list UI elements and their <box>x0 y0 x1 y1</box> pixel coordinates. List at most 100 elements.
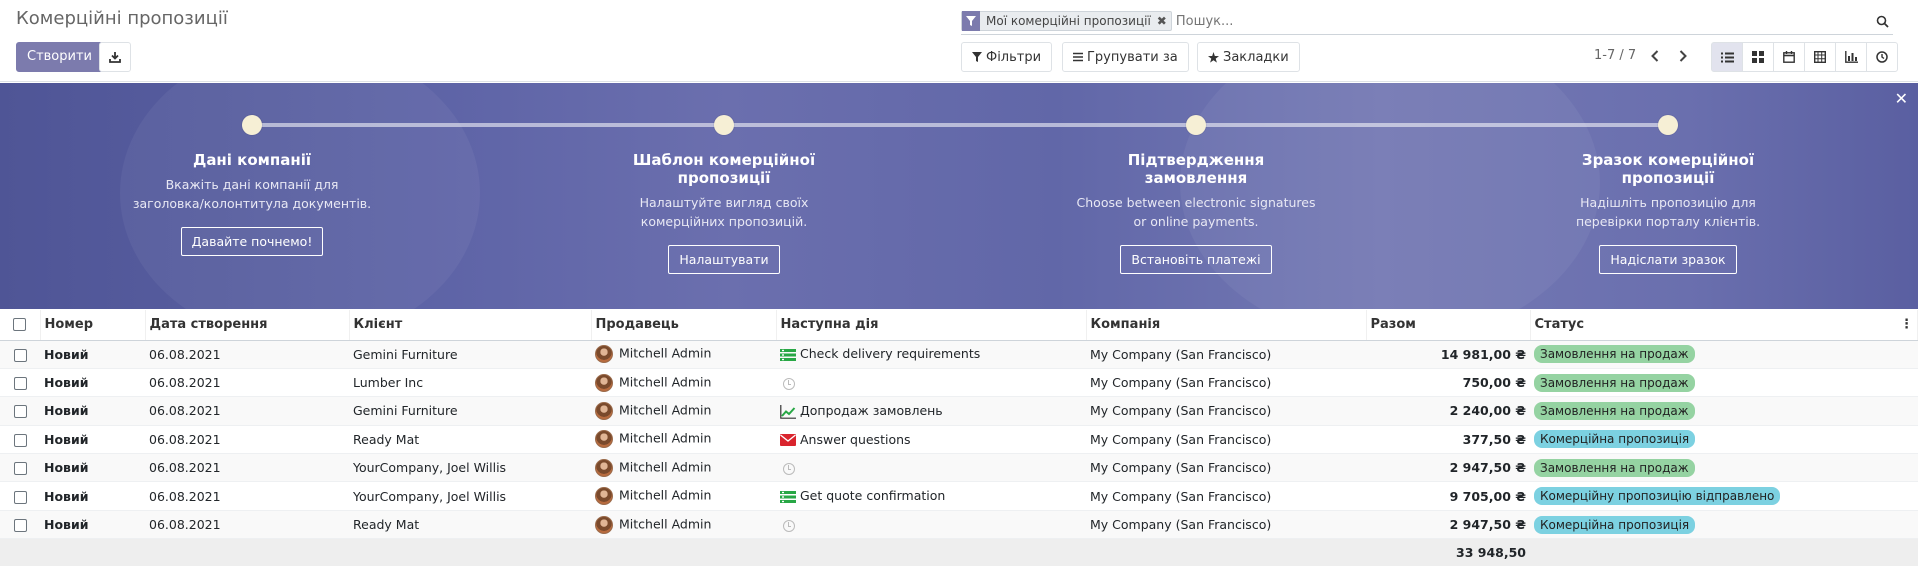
onboarding-step: Шаблон комерційної пропозиції Налаштуйте… <box>604 115 844 274</box>
cell-company: My Company (San Francisco) <box>1086 368 1366 398</box>
cell-total: 9 705,00 ₴ <box>1366 481 1530 511</box>
step-description: Налаштуйте вигляд своїх комерційних проп… <box>639 195 809 229</box>
step-action-button[interactable]: Надіслати зразок <box>1599 245 1737 274</box>
list-view-button[interactable] <box>1711 42 1743 72</box>
filters-label: Фільтри <box>986 49 1042 65</box>
cell-company: My Company (San Francisco) <box>1086 396 1366 426</box>
cell-date: 06.08.2021 <box>145 425 349 455</box>
cell-client: YourCompany, Joel Willis <box>349 481 591 511</box>
kanban-view-button[interactable] <box>1742 42 1774 72</box>
envelope-icon[interactable] <box>780 433 796 447</box>
step-action-button[interactable]: Встановіть платежі <box>1120 245 1272 274</box>
salesperson-name: Mitchell Admin <box>619 430 712 446</box>
graph-view-button[interactable] <box>1835 42 1867 72</box>
column-header[interactable]: Клієнт <box>349 310 592 341</box>
cell-next-activity: Answer questions <box>776 425 1086 455</box>
control-panel: Комерційні пропозиції Створити Мої комер… <box>0 0 1918 82</box>
step-action-button[interactable]: Давайте почнемо! <box>180 227 324 256</box>
row-select-cell[interactable] <box>0 481 40 511</box>
select-all-checkbox[interactable] <box>13 318 27 332</box>
table-row[interactable]: Новий 06.08.2021 Gemini Furniture Mitchell … <box>0 340 1918 369</box>
favorites-button[interactable]: Закладки <box>1197 42 1300 72</box>
row-checkbox[interactable] <box>13 462 27 476</box>
table-row[interactable]: Новий 06.08.2021 YourCompany, Joel Willis M… <box>0 453 1918 483</box>
avatar[interactable] <box>595 345 613 364</box>
step-description: Вкажіть дані компанії для заголовка/коло… <box>132 177 372 211</box>
pager-previous-icon[interactable] <box>1644 44 1666 68</box>
step-description: Choose between electronic signatures or … <box>1076 195 1316 229</box>
select-all-cell[interactable] <box>0 310 41 341</box>
step-title: Шаблон комерційної пропозиції <box>632 151 816 187</box>
step-action-button[interactable]: Налаштувати <box>668 245 780 274</box>
upsell-chart-icon[interactable] <box>780 404 796 419</box>
facet-remove-icon[interactable]: ✖ <box>1157 14 1171 28</box>
step-title: Дані компанії <box>192 151 312 169</box>
row-checkbox[interactable] <box>13 519 27 533</box>
avatar[interactable] <box>595 458 613 477</box>
row-select-cell[interactable] <box>0 425 40 455</box>
download-button[interactable] <box>99 42 131 72</box>
filters-button[interactable]: Фільтри <box>961 42 1053 72</box>
step-dot <box>1658 115 1678 135</box>
row-select-cell[interactable] <box>0 510 40 540</box>
cell-next-activity: Допродаж замовлень <box>776 396 1086 426</box>
calendar-view-icon <box>1783 51 1795 63</box>
avatar[interactable] <box>595 430 613 449</box>
group-by-button[interactable]: Групувати за <box>1062 42 1189 72</box>
cell-total: 14 981,00 ₴ <box>1366 340 1530 369</box>
table-row[interactable]: Новий 06.08.2021 Gemini Furniture Mitchell … <box>0 396 1918 426</box>
close-icon[interactable]: ✕ <box>1895 89 1908 108</box>
filter-icon <box>972 52 982 62</box>
column-header[interactable]: Номер <box>40 310 146 341</box>
clock-icon[interactable] <box>783 377 795 390</box>
cell-number: Новий <box>40 425 145 455</box>
row-checkbox[interactable] <box>13 405 27 419</box>
calendar-view-button[interactable] <box>1773 42 1805 72</box>
row-checkbox[interactable] <box>13 348 27 362</box>
cell-date: 06.08.2021 <box>145 368 349 398</box>
column-header[interactable]: Дата створення <box>145 310 350 341</box>
status-badge: Замовлення на продаж <box>1534 401 1695 420</box>
row-select-cell[interactable] <box>0 453 40 483</box>
row-checkbox[interactable] <box>13 377 27 391</box>
create-button[interactable]: Створити <box>16 42 103 72</box>
cell-number: Новий <box>40 453 145 483</box>
search-input[interactable] <box>1171 12 1871 30</box>
pivot-view-button[interactable] <box>1804 42 1836 72</box>
column-header[interactable]: Наступна дія <box>776 310 1087 341</box>
todo-icon[interactable] <box>780 348 796 362</box>
list-view-icon <box>1720 52 1734 62</box>
row-select-cell[interactable] <box>0 368 40 398</box>
avatar[interactable] <box>595 515 613 534</box>
row-select-cell[interactable] <box>0 396 40 426</box>
column-header[interactable]: Продавець <box>591 310 777 341</box>
table-row[interactable]: Новий 06.08.2021 Ready Mat Mitchell Admin An… <box>0 425 1918 455</box>
column-header-status[interactable]: Статус ⋮ <box>1530 310 1918 341</box>
pager-value[interactable]: 1-7 / 7 <box>1594 48 1636 63</box>
status-badge: Замовлення на продаж <box>1534 345 1695 364</box>
avatar[interactable] <box>595 373 613 392</box>
optional-columns-icon[interactable]: ⋮ <box>1900 317 1913 332</box>
table-row[interactable]: Новий 06.08.2021 YourCompany, Joel Willis M… <box>0 481 1918 511</box>
column-header[interactable]: Компанія <box>1086 310 1367 341</box>
onboarding-progress-line <box>252 123 1668 127</box>
row-select-cell[interactable] <box>0 340 40 369</box>
clock-icon[interactable] <box>783 519 795 532</box>
todo-icon[interactable] <box>780 490 796 504</box>
salesperson-name: Mitchell Admin <box>619 516 712 532</box>
avatar[interactable] <box>595 487 613 506</box>
status-badge: Комерційну пропозицію відправлено <box>1534 487 1781 506</box>
column-header[interactable]: Разом <box>1366 310 1531 341</box>
pager-next-icon[interactable] <box>1672 44 1694 68</box>
salesperson-name: Mitchell Admin <box>619 487 712 503</box>
table-row[interactable]: Новий 06.08.2021 Ready Mat Mitchell Admin My… <box>0 510 1918 540</box>
activity-view-button[interactable] <box>1866 42 1898 72</box>
search-facet[interactable]: Мої комерційні пропозиції ✖ <box>961 11 1172 31</box>
avatar[interactable] <box>595 401 613 420</box>
row-checkbox[interactable] <box>13 490 27 504</box>
cell-client: Ready Mat <box>349 425 591 455</box>
search-icon[interactable] <box>1871 15 1893 28</box>
clock-icon[interactable] <box>783 462 795 475</box>
table-row[interactable]: Новий 06.08.2021 Lumber Inc Mitchell Admin M… <box>0 368 1918 398</box>
row-checkbox[interactable] <box>13 433 27 447</box>
